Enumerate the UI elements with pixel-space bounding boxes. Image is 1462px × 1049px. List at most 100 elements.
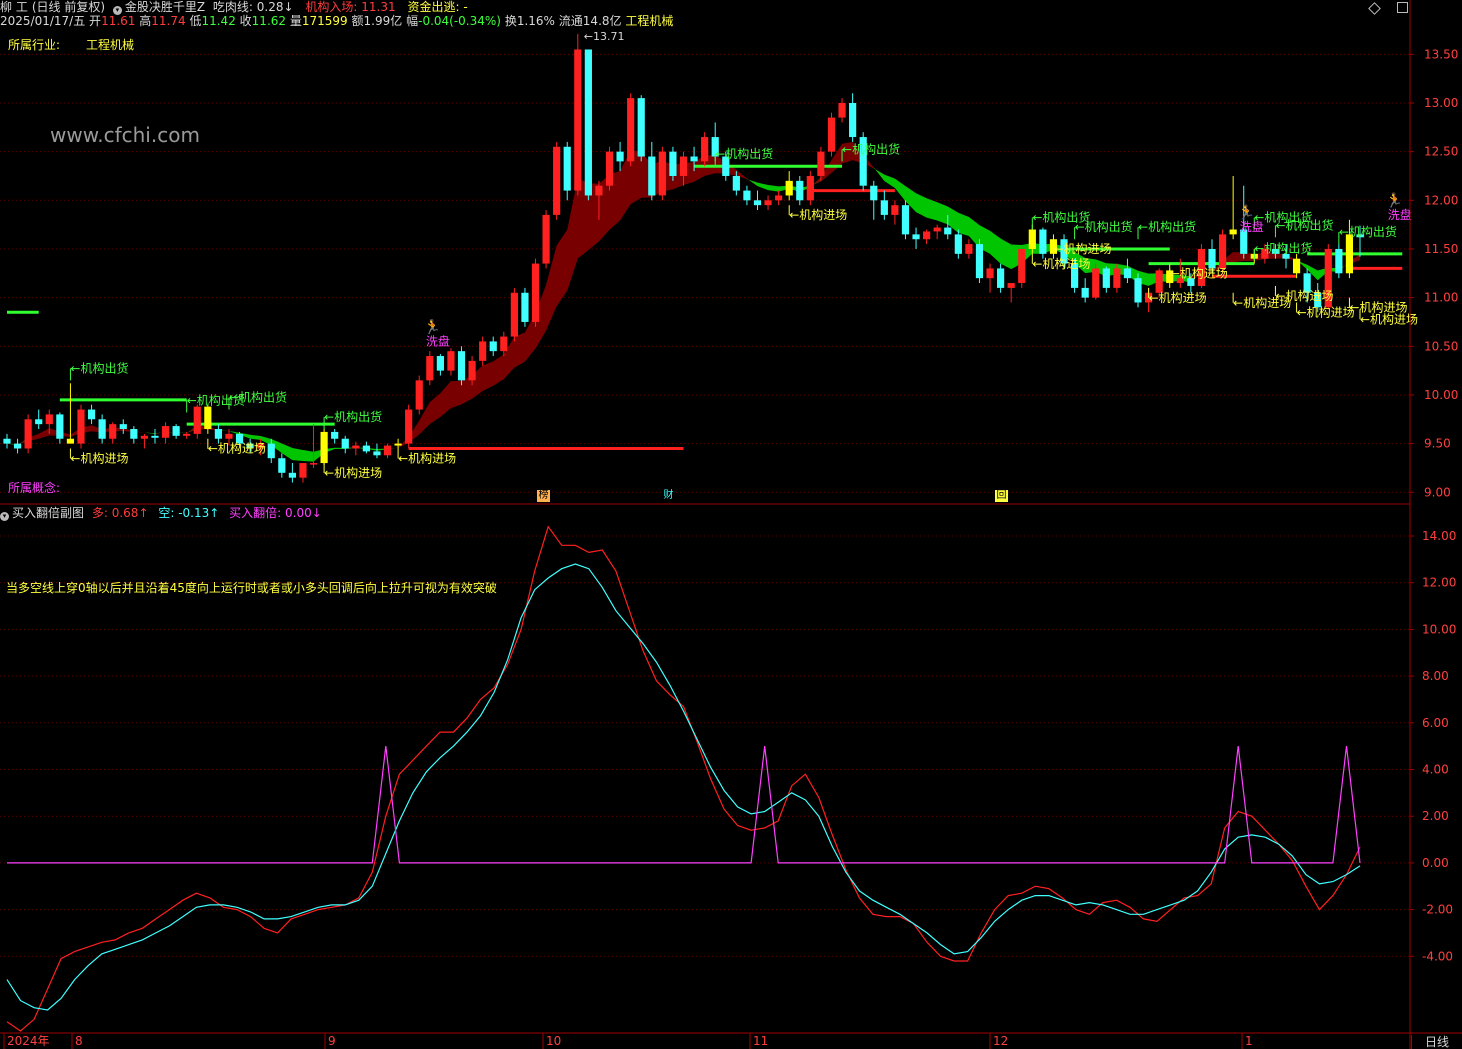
candle-body[interactable]	[605, 151, 614, 186]
candle-body[interactable]	[891, 205, 899, 215]
candle-body[interactable]	[880, 200, 888, 215]
badge-bang[interactable]: 榜	[537, 490, 550, 502]
candle-body[interactable]	[944, 227, 952, 235]
candle-body[interactable]	[796, 180, 804, 201]
candle-body[interactable]	[785, 180, 793, 196]
candle-body[interactable]	[214, 429, 223, 439]
candle-body[interactable]	[1229, 229, 1237, 235]
candle-body[interactable]	[838, 102, 846, 118]
candle-body[interactable]	[278, 458, 286, 473]
candle-body[interactable]	[743, 190, 751, 201]
candle-body[interactable]	[933, 227, 941, 232]
candle-body[interactable]	[690, 156, 698, 162]
candle-body[interactable]	[1081, 287, 1089, 298]
candle-body[interactable]	[394, 443, 402, 446]
candle-body[interactable]	[1123, 268, 1132, 279]
candle-body[interactable]	[616, 151, 624, 162]
candle-body[interactable]	[521, 292, 529, 322]
candle-body[interactable]	[912, 234, 920, 240]
candle-body[interactable]	[415, 380, 423, 410]
candle-body[interactable]	[1218, 234, 1227, 269]
candle-body[interactable]	[362, 445, 370, 452]
candle-body[interactable]	[320, 431, 328, 464]
candle-body[interactable]	[500, 336, 508, 352]
candle-body[interactable]	[732, 175, 740, 191]
candle-body[interactable]	[806, 175, 814, 201]
candle-body[interactable]	[479, 341, 487, 361]
candle-body[interactable]	[309, 463, 318, 465]
candle-body[interactable]	[584, 49, 592, 196]
candle-body[interactable]	[627, 98, 635, 162]
candle-body[interactable]	[923, 231, 931, 240]
candle-body[interactable]	[45, 414, 53, 425]
candle-body[interactable]	[1018, 248, 1026, 284]
candle-body[interactable]	[56, 414, 64, 439]
candle-body[interactable]	[1028, 229, 1036, 249]
candle-body[interactable]	[331, 431, 339, 439]
candle-body[interactable]	[299, 463, 307, 478]
candle-body[interactable]	[1039, 229, 1047, 254]
candle-body[interactable]	[447, 351, 455, 371]
candle-body[interactable]	[679, 156, 688, 176]
candle-body[interactable]	[172, 426, 180, 436]
candle-body[interactable]	[77, 409, 85, 444]
candle-body[interactable]	[183, 433, 191, 436]
candle-body[interactable]	[161, 426, 170, 438]
candle-body[interactable]	[119, 424, 127, 430]
candle-body[interactable]	[531, 263, 540, 322]
candle-body[interactable]	[225, 433, 233, 439]
candle-body[interactable]	[965, 244, 973, 254]
candle-body[interactable]	[1155, 270, 1163, 293]
candle-body[interactable]	[817, 151, 825, 176]
candle-body[interactable]	[193, 406, 201, 434]
candle-body[interactable]	[352, 445, 360, 449]
candle-body[interactable]	[901, 205, 910, 235]
candle-body[interactable]	[1113, 268, 1121, 288]
candle-body[interactable]	[595, 185, 603, 196]
candle-body[interactable]	[997, 268, 1005, 288]
candle-body[interactable]	[553, 146, 561, 215]
candle-body[interactable]	[66, 438, 75, 444]
candle-body[interactable]	[267, 443, 275, 459]
candle-body[interactable]	[849, 102, 857, 138]
candle-body[interactable]	[669, 151, 677, 176]
candle-body[interactable]	[637, 98, 645, 157]
candle-body[interactable]	[764, 200, 772, 206]
candle-body[interactable]	[24, 419, 32, 449]
candle-body[interactable]	[457, 351, 466, 381]
candle-body[interactable]	[140, 435, 149, 439]
chart-canvas[interactable]: ←13.71 ←机构进场 ←机构出货 ←机构进场 ←机构出货 ←机构出货 ←机构进场 ←机构出…	[0, 0, 1462, 1049]
candle-body[interactable]	[13, 443, 22, 449]
candle-body[interactable]	[986, 268, 994, 279]
candle-body[interactable]	[373, 451, 381, 456]
candle-body[interactable]	[436, 356, 444, 371]
sub-indicator-menu-icon[interactable]: ▾	[0, 512, 9, 521]
candle-body[interactable]	[563, 146, 571, 191]
candle-body[interactable]	[1335, 248, 1343, 274]
candle-body[interactable]	[1345, 234, 1354, 274]
candle-body[interactable]	[975, 244, 984, 279]
candle-body[interactable]	[1292, 258, 1301, 274]
candle-body[interactable]	[468, 360, 476, 381]
candle-body[interactable]	[426, 356, 434, 381]
candle-body[interactable]	[701, 137, 709, 162]
candle-body[interactable]	[87, 409, 96, 420]
candle-body[interactable]	[1007, 283, 1015, 288]
candle-body[interactable]	[648, 156, 656, 196]
candle-body[interactable]	[954, 234, 962, 254]
candle-body[interactable]	[109, 424, 117, 439]
candle-body[interactable]	[383, 445, 392, 456]
candle-body[interactable]	[1092, 268, 1100, 298]
candle-body[interactable]	[574, 49, 582, 191]
candle-body[interactable]	[130, 429, 138, 439]
candle-body[interactable]	[35, 419, 43, 425]
candle-body[interactable]	[1102, 268, 1110, 288]
candle-body[interactable]	[775, 195, 783, 201]
candle-body[interactable]	[288, 472, 296, 478]
candle-body[interactable]	[827, 117, 836, 152]
candle-body[interactable]	[151, 435, 159, 438]
candle-body[interactable]	[405, 409, 413, 444]
candle-body[interactable]	[753, 200, 762, 206]
candle-body[interactable]	[98, 419, 106, 439]
badge-hui[interactable]: 回	[995, 490, 1008, 502]
